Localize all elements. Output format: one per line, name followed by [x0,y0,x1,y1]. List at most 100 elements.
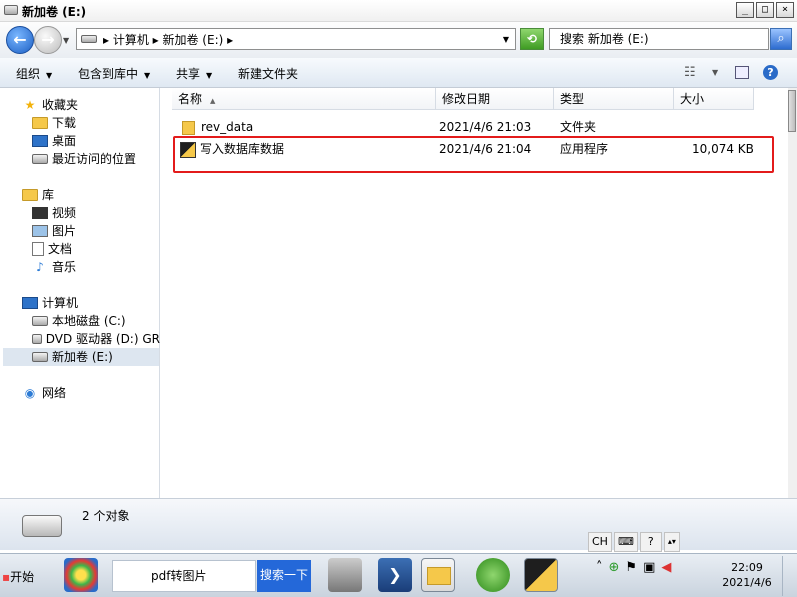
show-desktop-button[interactable] [782,556,797,596]
sidebar-item-favorites[interactable]: ★ 收藏夹 [22,96,78,114]
search-input[interactable]: 搜索 新加卷 (E:) [549,28,769,50]
taskbar: ▪开始 e ▼ pdf转图片 搜索一下 ❯ ˄ ⊕ ⚑ ▣ ◀ 22:09 20… [0,553,797,597]
keyboard-icon[interactable]: ⌨ [613,532,638,552]
tray-app-icon[interactable]: ⊕ [609,560,620,575]
computer-icon [22,297,38,309]
recent-pages-dropdown-icon[interactable]: ▼ [63,36,69,45]
forward-button[interactable]: → [34,26,62,54]
sidebar-item-video[interactable]: 视频 [32,204,76,222]
360-icon[interactable] [64,558,98,592]
explorer-icon[interactable] [421,558,455,592]
scrollbar-thumb[interactable] [788,90,796,132]
server-manager-icon[interactable] [328,558,362,592]
address-path: ▸ 计算机 ▸ 新加卷 (E:) ▸ [103,32,234,47]
back-arrow-icon: ← [13,30,27,49]
view-dropdown-icon[interactable]: ▼ [712,68,718,77]
network-icon[interactable]: ▣ [643,560,655,575]
sidebar-item-documents[interactable]: 文档 [32,240,72,258]
column-header-date[interactable]: 修改日期 [436,88,554,110]
sidebar-item-computer[interactable]: 计算机 [22,294,78,312]
documents-icon [32,242,44,256]
table-row[interactable]: rev_data 2021/4/6 21:03 文件夹 [162,117,788,137]
library-icon [22,189,38,201]
refresh-button[interactable]: ⟲ [520,28,544,50]
chevron-down-icon: ▼ [206,71,213,80]
volume-icon[interactable]: ◀ [661,560,671,575]
folder-icon [182,120,195,135]
column-header-size[interactable]: 大小 [674,88,754,110]
view-options-icon[interactable]: ☷ [684,65,696,80]
video-icon [32,207,48,219]
item-count: 2 个对象 [82,509,130,523]
command-bar: 组织 ▼ 包含到库中 ▼ 共享 ▼ 新建文件夹 ☷ ▼ ? [0,58,797,88]
title-bar: 新加卷 (E:) _ □ × [0,0,797,22]
powershell-icon[interactable]: ❯ [378,558,412,592]
search-button[interactable]: ⌕ [770,28,792,50]
language-indicator[interactable]: CH [588,532,612,552]
column-header-name[interactable]: 名称 ▲ [172,88,436,110]
drive-icon [22,515,62,537]
clock-date: 2021/4/6 [722,576,772,589]
network-refresh-icon[interactable] [476,558,510,592]
minimize-button[interactable]: _ [736,2,754,18]
sidebar-item-music[interactable]: ♪ 音乐 [32,258,76,276]
clock-time: 22:09 [731,561,763,574]
sidebar-item-recent[interactable]: 最近访问的位置 [32,150,136,168]
sidebar-item-libraries[interactable]: 库 [22,186,54,204]
search-go-button[interactable]: 搜索一下 [257,560,311,592]
show-hidden-icons-icon[interactable]: ˄ [596,560,603,575]
flag-icon[interactable]: ⚑ [625,560,637,575]
sidebar-item-desktop[interactable]: 桌面 [32,132,76,150]
local-disk-icon [32,316,48,326]
sidebar-item-pictures[interactable]: 图片 [32,222,76,240]
column-header-type[interactable]: 类型 [554,88,674,110]
recent-places-icon [32,154,48,164]
options-icon[interactable]: ▴▾ [663,532,680,552]
chevron-down-icon: ▼ [46,71,53,80]
help-icon[interactable]: ? [639,532,662,552]
clock[interactable]: 22:09 2021/4/6 [716,560,778,590]
search-placeholder: 搜索 新加卷 (E:) [560,32,649,46]
organize-button[interactable]: 组织 ▼ [16,65,52,82]
downloads-icon [32,117,48,129]
maximize-button[interactable]: □ [756,2,774,18]
windows-logo-icon: ▪ [2,570,11,584]
address-input[interactable]: ▸ 计算机 ▸ 新加卷 (E:) ▸ ▼ [76,28,516,50]
address-bar-area: ← → ▼ ▸ 计算机 ▸ 新加卷 (E:) ▸ ▼ ⟲ 搜索 新加卷 (E:)… [0,22,797,58]
vertical-scrollbar[interactable] [788,88,797,498]
include-in-library-button[interactable]: 包含到库中 ▼ [78,65,150,82]
help-icon[interactable]: ? [763,65,778,80]
sidebar-item-dvd[interactable]: DVD 驱动器 (D:) GR [32,330,160,348]
browser-search-input[interactable]: pdf转图片 [112,560,256,592]
address-dropdown-icon[interactable]: ▼ [503,35,509,44]
new-folder-button[interactable]: 新建文件夹 [238,65,298,82]
language-bar: CH ⌨ ? ▴▾ [588,532,680,552]
sidebar-item-downloads[interactable]: 下载 [32,114,76,132]
music-icon: ♪ [36,260,44,274]
sidebar-item-new-volume[interactable]: 新加卷 (E:) [3,348,159,366]
application-icon[interactable] [524,558,558,592]
close-button[interactable]: × [776,2,794,18]
start-button[interactable]: ▪开始 [2,568,34,585]
network-icon: ◉ [24,386,36,400]
drive-icon [81,35,97,43]
preview-pane-icon[interactable] [735,66,749,79]
sidebar-item-local-disk[interactable]: 本地磁盘 (C:) [32,312,126,330]
refresh-icon: ⟲ [526,32,538,46]
pictures-icon [32,225,48,237]
file-date-cell: 2021/4/6 21:03 [439,120,532,134]
forward-arrow-icon: → [41,30,55,49]
dvd-drive-icon [32,334,42,344]
desktop-icon [32,135,48,147]
system-tray: ˄ ⊕ ⚑ ▣ ◀ [596,560,671,575]
star-icon: ★ [24,98,36,112]
drive-icon [32,352,48,362]
sort-up-icon: ▲ [210,97,216,105]
back-button[interactable]: ← [6,26,34,54]
chevron-down-icon: ▼ [144,71,151,80]
share-button[interactable]: 共享 ▼ [176,65,212,82]
navigation-pane: ★ 收藏夹 下载 桌面 最近访问的位置 库 视频 图片 文档 ♪ 音乐 计算机 本地… [0,88,160,498]
sidebar-item-network[interactable]: ◉ 网络 [22,384,66,402]
file-type-cell: 文件夹 [560,120,597,134]
drive-icon [4,5,18,15]
